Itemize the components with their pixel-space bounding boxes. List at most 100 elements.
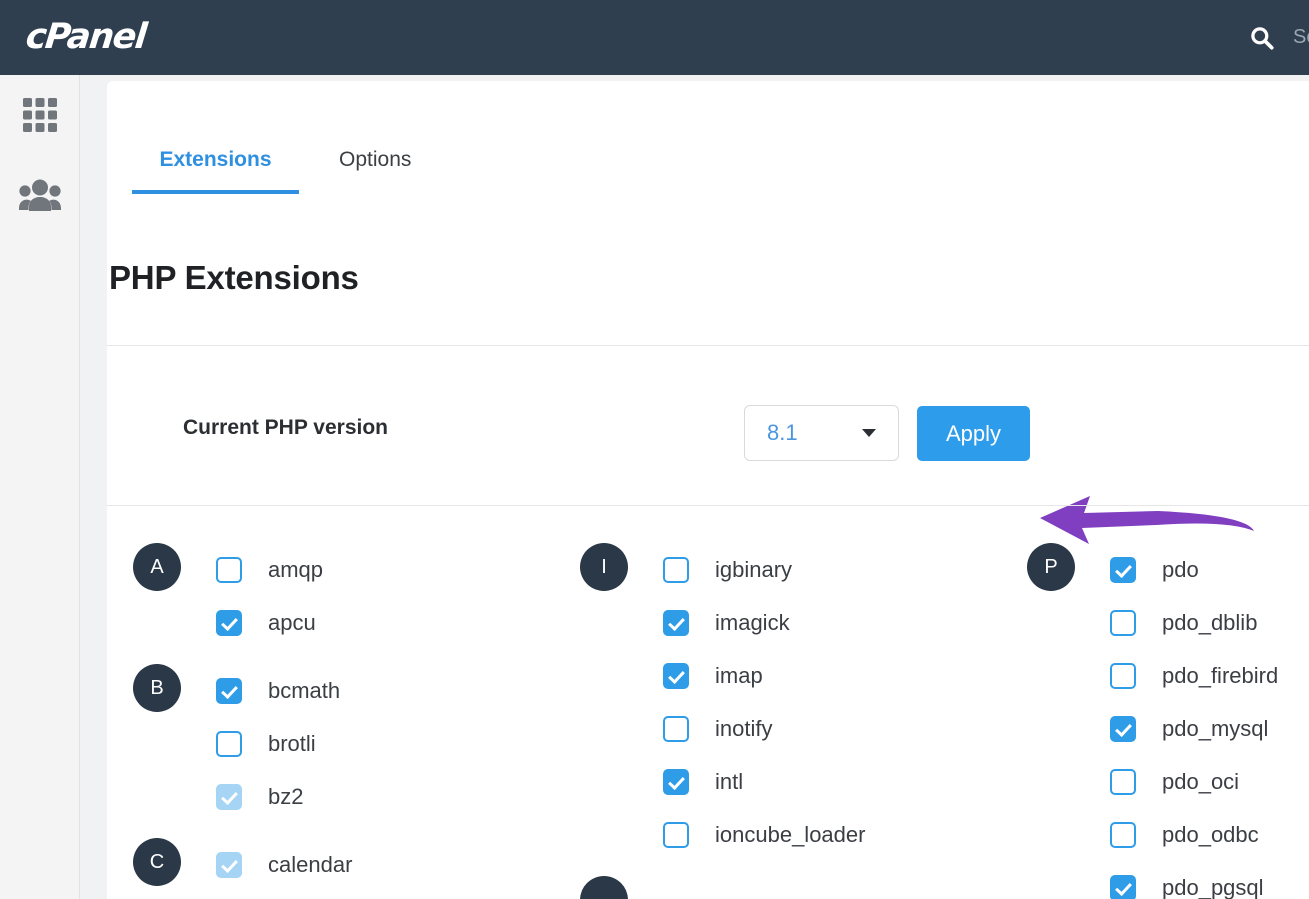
extensions-column-p: P pdo pdo_dblib pdo_firebird pdo_mysql p…	[1027, 543, 1309, 899]
extension-label: ioncube_loader	[715, 821, 866, 847]
divider-top	[107, 345, 1309, 346]
checkbox-pdo-pgsql[interactable]	[1110, 874, 1136, 899]
users-icon	[18, 178, 62, 212]
extension-row-bcmath[interactable]: bcmath	[216, 664, 553, 717]
extension-row-pdo-pgsql[interactable]: pdo_pgsql	[1110, 861, 1309, 899]
extension-row-imap[interactable]: imap	[663, 649, 1000, 702]
extension-label: pdo	[1162, 556, 1199, 582]
checkbox-bcmath[interactable]	[216, 677, 242, 704]
extension-label: pdo_firebird	[1162, 662, 1279, 688]
sidebar-item-users[interactable]	[0, 155, 80, 235]
main-content-card: Extensions Options PHP Extensions Curren…	[107, 81, 1309, 899]
extension-group-i: I igbinary imagick imap inotify intl ion…	[580, 543, 1000, 861]
extension-row-brotli[interactable]: brotli	[216, 717, 553, 770]
checkbox-pdo[interactable]	[1110, 556, 1136, 583]
group-items: igbinary imagick imap inotify intl ioncu…	[663, 543, 1000, 861]
extension-row-pdo-odbc[interactable]: pdo_odbc	[1110, 808, 1309, 861]
extensions-column-a-c: A amqp apcu B bcmath brotli bz2 C calend…	[133, 543, 553, 899]
group-items: pdo pdo_dblib pdo_firebird pdo_mysql pdo…	[1110, 543, 1309, 899]
extension-group-p: P pdo pdo_dblib pdo_firebird pdo_mysql p…	[1027, 543, 1309, 899]
extension-row-inotify[interactable]: inotify	[663, 702, 1000, 755]
tab-options-label: Options	[339, 148, 412, 171]
search-icon[interactable]	[1245, 21, 1279, 55]
current-php-version-label: Current PHP version	[183, 416, 389, 439]
extensions-column-i: I igbinary imagick imap inotify intl ion…	[580, 543, 1000, 899]
header-right-section: Se	[1245, 0, 1309, 75]
tab-extensions[interactable]: Extensions	[132, 149, 299, 194]
extension-row-pdo-firebird[interactable]: pdo_firebird	[1110, 649, 1309, 702]
extension-row-calendar: calendar	[216, 838, 553, 891]
left-icon-rail	[0, 75, 80, 899]
extension-label: bz2	[268, 783, 304, 809]
extension-label: calendar	[268, 851, 353, 877]
group-letter-badge: P	[1027, 543, 1075, 591]
extension-label: pdo_mysql	[1162, 715, 1269, 741]
group-letter-badge	[580, 876, 628, 899]
apps-grid-icon	[21, 96, 59, 134]
php-version-value: 8.1	[767, 420, 798, 445]
apply-button[interactable]: Apply	[917, 406, 1030, 461]
group-letter-badge: B	[133, 664, 181, 712]
php-version-row: Current PHP version 8.1 Apply	[107, 405, 1309, 544]
extension-label: pdo_odbc	[1162, 821, 1259, 847]
checkbox-amqp[interactable]	[216, 556, 242, 583]
extension-group-b: B bcmath brotli bz2	[133, 664, 553, 823]
extension-label: apcu	[268, 609, 316, 635]
checkbox-pdo-mysql[interactable]	[1110, 715, 1136, 742]
extension-label: amqp	[268, 556, 324, 582]
extension-label: bcmath	[268, 677, 341, 703]
extension-label: pdo_oci	[1162, 768, 1240, 794]
checkbox-igbinary[interactable]	[663, 556, 689, 583]
extension-row-pdo-mysql[interactable]: pdo_mysql	[1110, 702, 1309, 755]
extension-row-pdo-oci[interactable]: pdo_oci	[1110, 755, 1309, 808]
checkbox-imagick[interactable]	[663, 609, 689, 636]
extension-row-pdo-dblib[interactable]: pdo_dblib	[1110, 596, 1309, 649]
annotation-arrow-icon	[1032, 489, 1262, 549]
checkbox-pdo-odbc[interactable]	[1110, 821, 1136, 848]
checkbox-pdo-firebird[interactable]	[1110, 662, 1136, 689]
checkbox-pdo-oci[interactable]	[1110, 768, 1136, 795]
checkbox-imap[interactable]	[663, 662, 689, 689]
checkbox-intl[interactable]	[663, 768, 689, 795]
extension-row-intl[interactable]: intl	[663, 755, 1000, 808]
divider-bottom	[107, 505, 1309, 506]
group-letter-badge: A	[133, 543, 181, 591]
top-header-bar: cPanel Se	[0, 0, 1309, 75]
group-items: calendar	[216, 838, 553, 891]
extension-label: imap	[715, 662, 763, 688]
tab-options[interactable]: Options	[321, 149, 429, 194]
extension-row-amqp[interactable]: amqp	[216, 543, 553, 596]
chevron-down-icon	[862, 429, 876, 437]
group-letter-badge: C	[133, 838, 181, 886]
extension-row-imagick[interactable]: imagick	[663, 596, 1000, 649]
checkbox-calendar	[216, 851, 242, 878]
extension-row-igbinary[interactable]: igbinary	[663, 543, 1000, 596]
extension-group-a: A amqp apcu	[133, 543, 553, 649]
extension-label: pdo_pgsql	[1162, 874, 1264, 899]
checkbox-pdo-dblib[interactable]	[1110, 609, 1136, 636]
checkbox-brotli[interactable]	[216, 730, 242, 757]
extension-row-bz2: bz2	[216, 770, 553, 823]
extension-label: imagick	[715, 609, 790, 635]
checkbox-apcu[interactable]	[216, 609, 242, 636]
page-title: PHP Extensions	[109, 259, 359, 296]
extension-label: inotify	[715, 715, 773, 741]
cpanel-app-window: cPanel Se	[0, 0, 1309, 899]
group-letter-badge: I	[580, 543, 628, 591]
extension-label: intl	[715, 768, 744, 794]
extension-label: igbinary	[715, 556, 793, 582]
extension-label: pdo_dblib	[1162, 609, 1258, 635]
extension-label: brotli	[268, 730, 316, 756]
search-placeholder-text[interactable]: Se	[1293, 26, 1309, 49]
php-version-select[interactable]: 8.1	[744, 405, 899, 461]
extension-row-pdo[interactable]: pdo	[1110, 543, 1309, 596]
group-items: bcmath brotli bz2	[216, 664, 553, 823]
sidebar-item-apps[interactable]	[0, 75, 80, 155]
group-items: amqp apcu	[216, 543, 553, 649]
extension-row-apcu[interactable]: apcu	[216, 596, 553, 649]
cpanel-logo[interactable]: cPanel	[24, 0, 148, 75]
extension-row-ioncube-loader[interactable]: ioncube_loader	[663, 808, 1000, 861]
checkbox-inotify[interactable]	[663, 715, 689, 742]
checkbox-ioncube-loader[interactable]	[663, 821, 689, 848]
tab-extensions-label: Extensions	[159, 148, 272, 171]
